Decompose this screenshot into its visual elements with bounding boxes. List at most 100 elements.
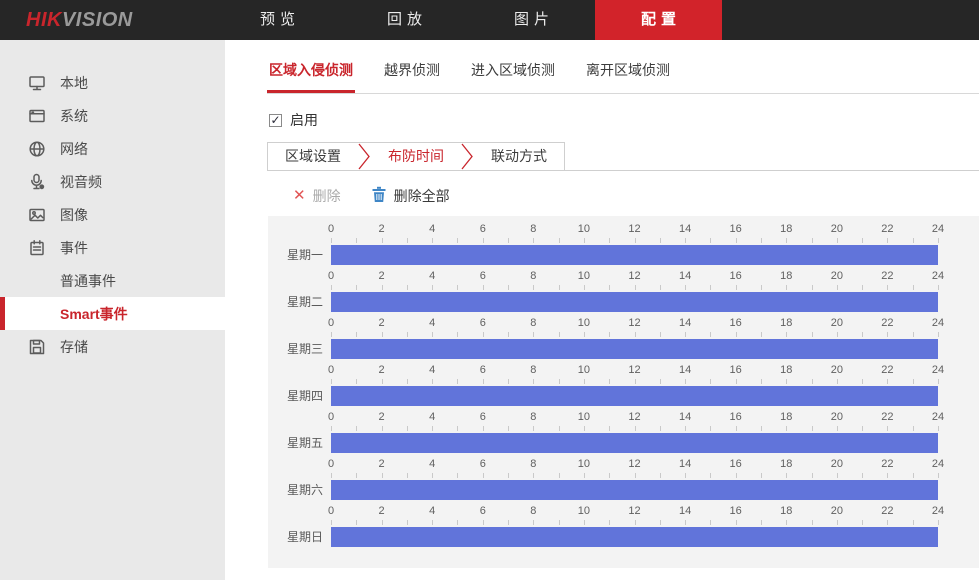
hour-axis: 024681012141618202224 (331, 458, 938, 471)
hour-tick-label: 2 (379, 223, 385, 235)
hour-tick-label: 8 (530, 505, 536, 517)
tab-3[interactable]: 进入区域侦测 (469, 60, 557, 93)
schedule-bar[interactable] (331, 433, 938, 453)
sidebar-item-8[interactable]: Smart事件 (0, 297, 225, 330)
hour-tick-label: 0 (328, 270, 334, 282)
schedule-bar[interactable] (331, 480, 938, 500)
hour-tick-label: 22 (881, 270, 893, 282)
sidebar-item-label: Smart事件 (60, 304, 128, 324)
delete-x-icon: ✕ (293, 188, 306, 204)
storage-icon (28, 338, 48, 356)
sidebar-item-1[interactable]: 本地 (0, 66, 225, 99)
schedule-bar-lane[interactable] (331, 245, 938, 265)
schedule-row-6: 星期六024681012141618202224 (268, 456, 979, 503)
hikvision-logo: HIKVISION (26, 0, 133, 40)
sidebar-item-3[interactable]: 网络 (0, 132, 225, 165)
hour-tick-label: 20 (831, 270, 843, 282)
schedule-bar-lane[interactable] (331, 339, 938, 359)
tick-strip (331, 285, 938, 291)
day-label: 星期三 (268, 339, 323, 359)
hour-tick-label: 18 (780, 223, 792, 235)
hour-tick-label: 12 (628, 270, 640, 282)
hour-tick-label: 4 (429, 270, 435, 282)
hour-tick-label: 6 (480, 411, 486, 423)
hour-tick-label: 16 (730, 458, 742, 470)
tab-2[interactable]: 越界侦测 (382, 60, 442, 93)
hour-tick-label: 22 (881, 317, 893, 329)
sidebar-item-9[interactable]: 存储 (0, 330, 225, 363)
nav-item-4[interactable]: 配置 (595, 0, 722, 40)
sidebar-item-label: 本地 (60, 73, 88, 93)
nav-item-1[interactable]: 预览 (214, 0, 341, 40)
sidebar-item-5[interactable]: 图像 (0, 198, 225, 231)
hour-tick-label: 18 (780, 317, 792, 329)
hour-tick-label: 16 (730, 270, 742, 282)
wizard-step-3[interactable]: 联动方式 (474, 143, 564, 170)
schedule-bar-lane[interactable] (331, 480, 938, 500)
hour-axis: 024681012141618202224 (331, 505, 938, 518)
hour-tick-label: 4 (429, 458, 435, 470)
hour-tick-label: 0 (328, 411, 334, 423)
hour-tick-label: 2 (379, 364, 385, 376)
sidebar-item-4[interactable]: 视音频 (0, 165, 225, 198)
hour-tick-label: 14 (679, 270, 691, 282)
microphone-icon (28, 173, 48, 191)
schedule-bar-lane[interactable] (331, 386, 938, 406)
globe-icon (28, 140, 48, 158)
wizard-step-2[interactable]: 布防时间 (371, 143, 461, 170)
sidebar-item-7[interactable]: 普通事件 (0, 264, 225, 297)
hour-tick-label: 24 (932, 317, 944, 329)
schedule-row-1: 星期一024681012141618202224 (268, 221, 979, 268)
tab-4[interactable]: 离开区域侦测 (584, 60, 672, 93)
icon-placeholder (28, 272, 48, 290)
hour-tick-label: 22 (881, 223, 893, 235)
delete-button[interactable]: ✕ 删除 (293, 186, 341, 206)
day-label: 星期六 (268, 480, 323, 500)
wizard-step-1[interactable]: 区域设置 (268, 143, 358, 170)
nav-item-3[interactable]: 图片 (468, 0, 595, 40)
schedule-toolbar: ✕ 删除 删除全部 (293, 185, 979, 207)
hour-tick-label: 6 (480, 317, 486, 329)
hour-tick-label: 20 (831, 411, 843, 423)
hour-tick-label: 10 (578, 270, 590, 282)
sidebar-item-label: 视音频 (60, 172, 102, 192)
schedule-bar[interactable] (331, 292, 938, 312)
wizard-row: 区域设置布防时间联动方式 (267, 142, 979, 171)
nav-item-2[interactable]: 回放 (341, 0, 468, 40)
schedule-bar-lane[interactable] (331, 527, 938, 547)
tick-strip (331, 379, 938, 385)
hour-tick-label: 14 (679, 505, 691, 517)
tick-strip (331, 426, 938, 432)
hour-axis: 024681012141618202224 (331, 270, 938, 283)
hour-tick-label: 16 (730, 505, 742, 517)
tick-strip (331, 238, 938, 244)
sidebar-item-label: 事件 (60, 238, 88, 258)
hour-tick-label: 12 (628, 458, 640, 470)
sidebar: 本地系统网络视音频图像事件普通事件 Smart事件存储 (0, 40, 225, 580)
system-icon (28, 107, 48, 125)
hour-tick-label: 6 (480, 458, 486, 470)
schedule-bar[interactable] (331, 339, 938, 359)
tick-strip (331, 332, 938, 338)
wizard-chevron-icon (358, 143, 371, 170)
enable-label: 启用 (290, 110, 318, 130)
enable-checkbox[interactable]: ✓ (269, 114, 282, 127)
sidebar-item-6[interactable]: 事件 (0, 231, 225, 264)
tab-1[interactable]: 区域入侵侦测 (267, 60, 355, 93)
schedule-bar-lane[interactable] (331, 292, 938, 312)
hour-tick-label: 14 (679, 223, 691, 235)
schedule-bar[interactable] (331, 386, 938, 406)
schedule-row-5: 星期五024681012141618202224 (268, 409, 979, 456)
hour-tick-label: 10 (578, 223, 590, 235)
hour-tick-label: 2 (379, 411, 385, 423)
hour-tick-label: 4 (429, 223, 435, 235)
hour-tick-label: 2 (379, 505, 385, 517)
schedule-bar-lane[interactable] (331, 433, 938, 453)
sidebar-item-2[interactable]: 系统 (0, 99, 225, 132)
hour-tick-label: 20 (831, 458, 843, 470)
schedule-bar[interactable] (331, 245, 938, 265)
schedule-bar[interactable] (331, 527, 938, 547)
delete-all-button[interactable]: 删除全部 (371, 186, 450, 206)
hour-tick-label: 16 (730, 411, 742, 423)
day-label: 星期一 (268, 245, 323, 265)
